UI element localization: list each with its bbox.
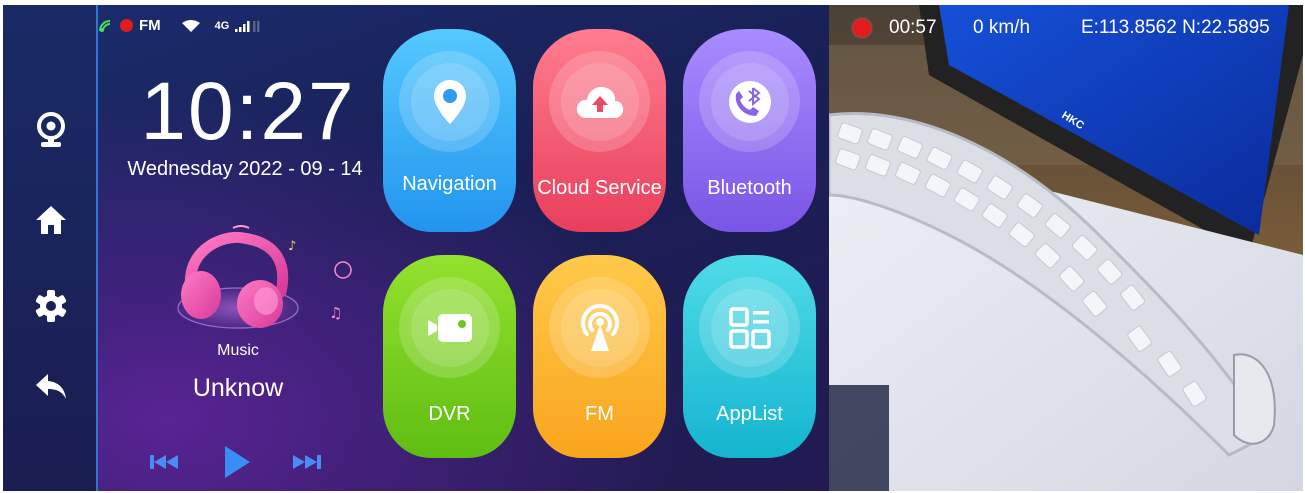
side-navigation <box>3 5 98 491</box>
wifi-icon <box>181 19 200 32</box>
clock-date: Wednesday 2022 - 09 - 14 <box>127 158 363 180</box>
app-label-navigation: Navigation <box>402 173 497 195</box>
app-tile-applist[interactable]: AppList <box>683 255 816 458</box>
settings-button[interactable] <box>29 284 73 328</box>
gps-coordinates: E:113.8562 N:22.5895 <box>1081 17 1270 38</box>
app-tile-bluetooth[interactable]: Bluetooth <box>683 29 816 232</box>
camera-button[interactable] <box>29 108 73 152</box>
vehicle-speed: 0 km/h <box>973 17 1031 38</box>
camera-feed-image: HKC <box>829 5 1303 491</box>
app-label-cloud-service: Cloud Service <box>537 177 662 199</box>
play-button[interactable] <box>220 445 254 479</box>
music-track-name: Unknow <box>192 374 284 402</box>
app-label-bluetooth: Bluetooth <box>707 177 792 199</box>
previous-track-button[interactable] <box>147 445 181 479</box>
app-tile-cloud-service[interactable]: Cloud Service <box>533 29 666 232</box>
app-tile-navigation[interactable]: Navigation <box>383 29 516 232</box>
next-track-button[interactable] <box>290 445 324 479</box>
music-title: Music <box>217 342 259 359</box>
app-label-fm: FM <box>585 403 614 425</box>
signal-dot-icon <box>99 19 111 32</box>
cloud-upload-icon <box>576 86 623 118</box>
svg-text:♫: ♫ <box>329 304 342 322</box>
launcher-panel: FM 4G 10:27 Wednesday 2022 - 09 - 14 ♪ ♫… <box>3 5 829 491</box>
location-pin-icon <box>433 79 466 124</box>
back-button[interactable] <box>29 365 73 409</box>
headphones-illustration: ♪ ♫ <box>173 225 352 330</box>
clock-time: 10:27 <box>140 66 356 157</box>
recording-time: 00:57 <box>889 17 937 38</box>
app-tile-fm[interactable]: FM <box>533 255 666 458</box>
recording-indicator-icon <box>853 19 871 37</box>
fm-status-icon <box>120 19 133 32</box>
bluetooth-phone-icon <box>728 80 771 123</box>
app-grid-icon <box>728 306 771 349</box>
network-type-label: 4G <box>214 19 230 32</box>
status-bar: FM 4G <box>98 17 265 34</box>
play-icon <box>225 446 250 478</box>
video-camera-icon <box>427 313 472 342</box>
app-label-dvr: DVR <box>428 403 471 425</box>
app-tile-dvr[interactable]: DVR <box>383 255 516 458</box>
dvr-camera-preview[interactable]: HKC 00:57 0 km/h E:113.8562 N:22.5895 <box>829 5 1303 491</box>
svg-text:♪: ♪ <box>288 239 296 254</box>
fm-status-label: FM <box>139 17 161 34</box>
home-icon <box>36 206 66 234</box>
app-label-applist: AppList <box>716 403 783 425</box>
radio-antenna-icon <box>580 303 619 351</box>
home-button[interactable] <box>29 198 73 242</box>
back-arrow-icon <box>36 374 66 399</box>
cell-signal-icon <box>235 20 260 32</box>
previous-icon <box>150 455 178 469</box>
head-unit-screen: FM 4G 10:27 Wednesday 2022 - 09 - 14 ♪ ♫… <box>3 5 1303 491</box>
gear-icon <box>35 290 67 322</box>
webcam-icon <box>37 112 65 147</box>
next-icon <box>293 455 321 469</box>
